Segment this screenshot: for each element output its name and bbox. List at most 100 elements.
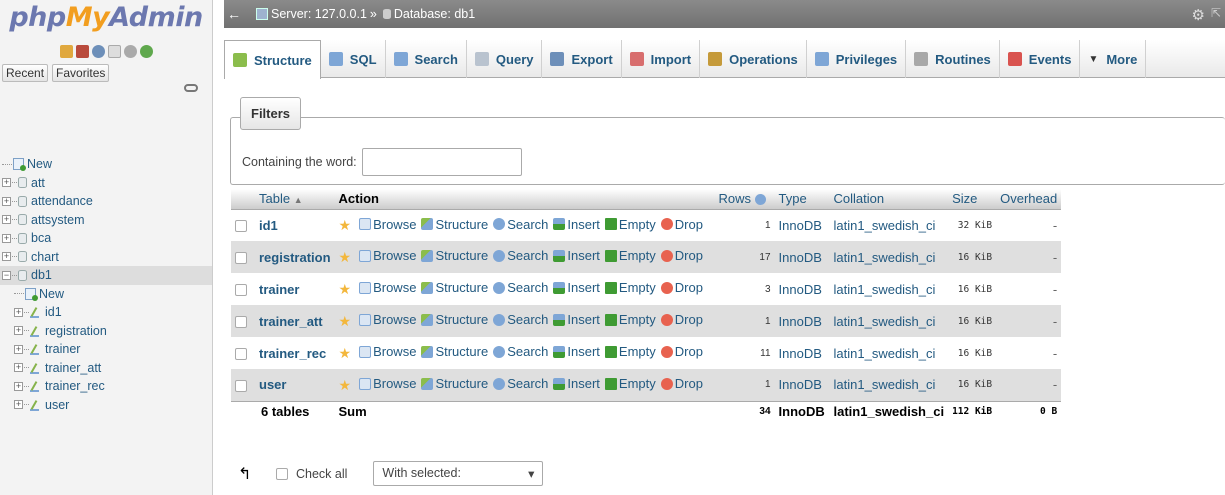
favorite-star-icon[interactable]: ★ xyxy=(339,377,352,393)
favorite-star-icon[interactable]: ★ xyxy=(339,249,352,265)
expand-icon[interactable]: + xyxy=(14,326,23,336)
browse-action[interactable]: Browse xyxy=(359,217,416,232)
favorite-star-icon[interactable]: ★ xyxy=(339,281,352,297)
link-with-main-panel-icon[interactable] xyxy=(184,84,198,92)
breadcrumb-server[interactable]: Server: 127.0.0.1 xyxy=(271,7,367,21)
expand-icon[interactable]: + xyxy=(2,233,11,243)
search-action[interactable]: Search xyxy=(493,217,548,232)
browse-action[interactable]: Browse xyxy=(359,280,416,295)
table-name-link[interactable]: user xyxy=(255,369,335,401)
favorite-star-icon[interactable]: ★ xyxy=(339,217,352,233)
tree-item-new[interactable]: New xyxy=(0,285,212,304)
drop-action[interactable]: Drop xyxy=(660,248,703,263)
search-action[interactable]: Search xyxy=(493,248,548,263)
expand-icon[interactable]: + xyxy=(2,252,11,262)
empty-action[interactable]: Empty xyxy=(604,376,656,391)
drop-action[interactable]: Drop xyxy=(660,376,703,391)
expand-icon[interactable]: + xyxy=(14,400,23,410)
logout-icon[interactable] xyxy=(75,44,89,58)
docs-icon[interactable] xyxy=(107,44,121,58)
expand-icon[interactable]: + xyxy=(14,344,23,354)
search-action[interactable]: Search xyxy=(493,280,548,295)
tree-item-attendance[interactable]: + attendance xyxy=(0,192,212,211)
size-cell[interactable]: 16 KiB xyxy=(948,273,997,305)
favorite-star-icon[interactable]: ★ xyxy=(339,345,352,361)
row-checkbox[interactable] xyxy=(235,252,247,265)
favorite-star-icon[interactable]: ★ xyxy=(339,313,352,329)
drop-action[interactable]: Drop xyxy=(660,312,703,327)
size-cell[interactable]: 16 KiB xyxy=(948,337,997,369)
empty-action[interactable]: Empty xyxy=(604,248,656,263)
drop-action[interactable]: Drop xyxy=(660,280,703,295)
size-cell[interactable]: 16 KiB xyxy=(948,369,997,401)
row-checkbox[interactable] xyxy=(235,284,247,297)
browse-action[interactable]: Browse xyxy=(359,312,416,327)
expand-icon[interactable]: + xyxy=(14,381,23,391)
tree-item-bca[interactable]: + bca xyxy=(0,229,212,248)
tree-item-attsystem[interactable]: + attsystem xyxy=(0,211,212,230)
structure-action[interactable]: Structure xyxy=(421,280,488,295)
scroll-top-icon[interactable]: ⇱ xyxy=(1211,6,1221,20)
tree-item-id1[interactable]: + id1 xyxy=(0,303,212,322)
browse-action[interactable]: Browse xyxy=(359,376,416,391)
size-cell[interactable]: 32 KiB xyxy=(948,209,997,241)
gear-icon[interactable]: ⚙ xyxy=(1192,6,1205,24)
expand-icon[interactable]: + xyxy=(14,307,23,317)
structure-action[interactable]: Structure xyxy=(421,217,488,232)
browse-action[interactable]: Browse xyxy=(359,344,416,359)
tab-privileges[interactable]: Privileges xyxy=(807,40,907,78)
tab-structure[interactable]: Structure xyxy=(224,40,321,79)
tab-export[interactable]: Export xyxy=(542,40,622,78)
tree-item-trainer[interactable]: + trainer xyxy=(0,340,212,359)
table-name-link[interactable]: trainer_att xyxy=(255,305,335,337)
settings-icon[interactable] xyxy=(123,44,137,58)
tab-import[interactable]: Import xyxy=(622,40,701,78)
tab-operations[interactable]: Operations xyxy=(700,40,807,78)
insert-action[interactable]: Insert xyxy=(553,376,600,391)
favorites-button[interactable]: Favorites xyxy=(52,64,110,82)
structure-action[interactable]: Structure xyxy=(421,312,488,327)
empty-action[interactable]: Empty xyxy=(604,344,656,359)
insert-action[interactable]: Insert xyxy=(553,248,600,263)
home-icon[interactable] xyxy=(59,44,73,58)
header-table[interactable]: Table ▲ xyxy=(255,189,335,210)
table-name-link[interactable]: trainer xyxy=(255,273,335,305)
structure-action[interactable]: Structure xyxy=(421,248,488,263)
header-collation[interactable]: Collation xyxy=(829,189,949,210)
expand-icon[interactable]: + xyxy=(2,178,11,188)
insert-action[interactable]: Insert xyxy=(553,217,600,232)
structure-action[interactable]: Structure xyxy=(421,344,488,359)
size-cell[interactable]: 16 KiB xyxy=(948,241,997,273)
help-icon[interactable] xyxy=(754,194,766,206)
row-checkbox[interactable] xyxy=(235,220,247,233)
search-action[interactable]: Search xyxy=(493,312,548,327)
help-icon[interactable] xyxy=(91,44,105,58)
phpmyadmin-logo[interactable]: phpMyAdmin xyxy=(0,0,212,40)
filter-input[interactable] xyxy=(361,148,522,176)
table-name-link[interactable]: trainer_rec xyxy=(255,337,335,369)
tree-item-new[interactable]: New xyxy=(0,155,212,174)
empty-action[interactable]: Empty xyxy=(604,280,656,295)
tree-item-db1[interactable]: − db1 xyxy=(0,266,212,285)
insert-action[interactable]: Insert xyxy=(553,280,600,295)
tab-more[interactable]: ▼ More xyxy=(1080,40,1147,78)
expand-icon[interactable]: + xyxy=(14,363,23,373)
reload-icon[interactable] xyxy=(139,44,153,58)
empty-action[interactable]: Empty xyxy=(604,217,656,232)
table-name-link[interactable]: id1 xyxy=(255,209,335,241)
collapse-icon[interactable]: − xyxy=(2,270,11,280)
tab-events[interactable]: Events xyxy=(1000,40,1081,78)
row-checkbox[interactable] xyxy=(235,379,247,392)
search-action[interactable]: Search xyxy=(493,344,548,359)
insert-action[interactable]: Insert xyxy=(553,312,600,327)
tab-routines[interactable]: Routines xyxy=(906,40,1000,78)
header-size[interactable]: Size xyxy=(948,189,997,210)
recent-button[interactable]: Recent xyxy=(2,64,49,82)
header-rows[interactable]: Rows xyxy=(714,189,775,210)
tree-item-chart[interactable]: + chart xyxy=(0,248,212,267)
browse-action[interactable]: Browse xyxy=(359,248,416,263)
tree-item-registration[interactable]: + registration xyxy=(0,322,212,341)
expand-icon[interactable]: + xyxy=(2,196,11,206)
header-overhead[interactable]: Overhead xyxy=(996,189,1062,210)
tree-item-att[interactable]: + att xyxy=(0,174,212,193)
